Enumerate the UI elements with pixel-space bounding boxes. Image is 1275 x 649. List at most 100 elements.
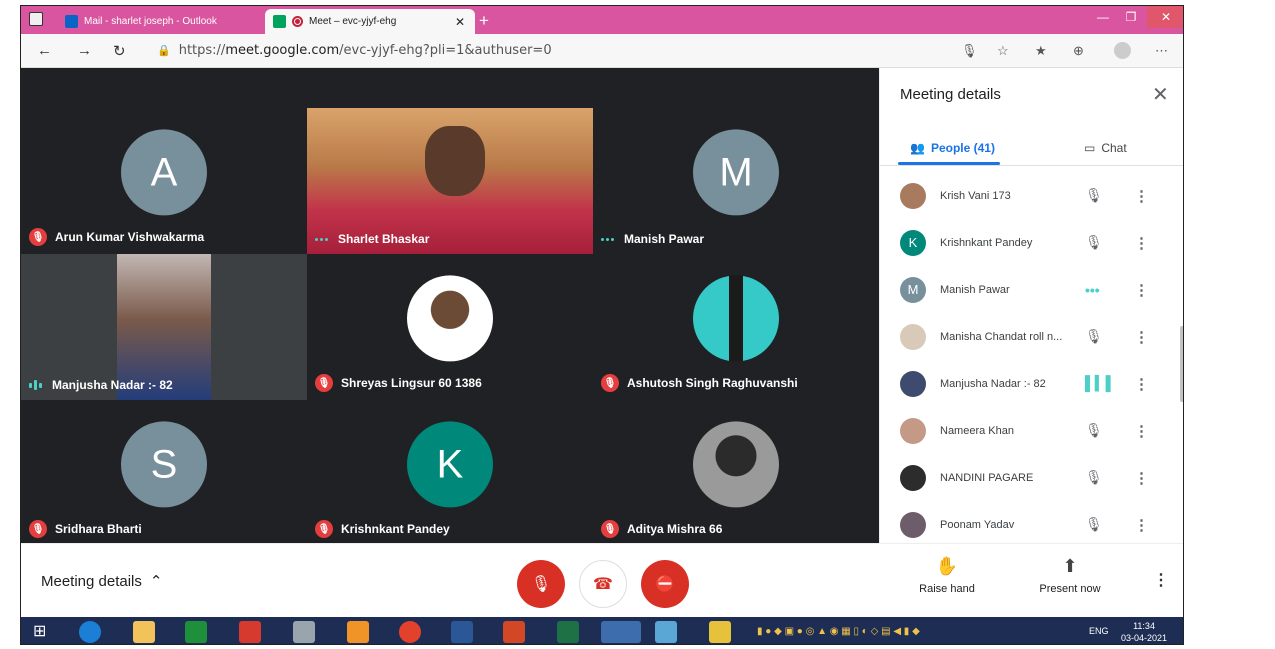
file-explorer-icon[interactable] xyxy=(133,621,155,643)
more-options-icon[interactable]: ⋮ xyxy=(1134,328,1149,346)
avatar xyxy=(900,417,926,444)
more-icon[interactable]: ⋯ xyxy=(1155,43,1168,59)
word-icon[interactable] xyxy=(451,621,473,643)
list-item[interactable]: Krish Vani 173 🎙 ⋮ xyxy=(880,172,1183,219)
meeting-details-button[interactable]: Meeting details ⌃ xyxy=(41,572,163,591)
list-item[interactable]: K Krishnkant Pandey 🎙 ⋮ xyxy=(880,219,1183,266)
list-item[interactable]: Poonam Yadav 🎙 ⋮ xyxy=(880,501,1183,540)
tab-people[interactable]: 👥 People (41) xyxy=(910,132,995,164)
clock-time: 11:34 xyxy=(1133,621,1155,631)
close-icon[interactable]: ✕ xyxy=(1152,82,1169,107)
participant-tile[interactable]: M Manish Pawar xyxy=(593,108,879,254)
tab-title: Mail - sharlet joseph - Outlook xyxy=(84,16,217,27)
reload-icon[interactable]: ↻ xyxy=(113,42,126,60)
present-icon: ⬆ xyxy=(1062,556,1078,576)
audio-dots-icon: ••• xyxy=(1085,281,1100,298)
person-name: NANDINI PAGARE xyxy=(940,471,1034,484)
meeting-details-panel: Meeting details ✕ 👥 People (41) ▭ Chat Kri… xyxy=(879,68,1183,543)
store-icon[interactable] xyxy=(185,621,207,643)
list-item[interactable]: Manjusha Nadar :- 82 ▌▍▌ ⋮ xyxy=(880,360,1183,407)
participant-tile[interactable]: S 🎙 Sridhara Bharti xyxy=(21,400,307,546)
list-item[interactable]: NANDINI PAGARE 🎙 ⋮ xyxy=(880,454,1183,501)
camera-toggle-button[interactable]: ⛔ xyxy=(641,560,689,608)
profile-icon[interactable] xyxy=(1114,42,1131,59)
mic-toggle-button[interactable]: 🎙 xyxy=(517,560,565,608)
participant-tile[interactable]: K 🎙 Krishnkant Pandey xyxy=(307,400,593,546)
tab-title: Meet – evc-yjyf-ehg xyxy=(309,16,397,27)
lock-icon: 🔒 xyxy=(157,44,171,57)
address-bar: ← → ↻ 🔒 https://meet.google.com/evc-yjyf-… xyxy=(21,34,1183,68)
tray-icons[interactable]: ▮ ● ◆ ▣ ● ◎ ▲ ◉ ▦ ▯ ◐ ◇ ▤ ◀ ▮ ◆ xyxy=(757,621,1077,643)
mic-off-icon: 🎙 xyxy=(1085,328,1103,344)
person-name: Krish Vani 173 xyxy=(940,189,1011,202)
tab-outlook[interactable]: Mail - sharlet joseph - Outlook ✕ xyxy=(57,9,285,34)
avatar: K xyxy=(407,421,493,508)
tracking-icon[interactable]: ☆ xyxy=(997,43,1009,59)
ie-icon[interactable] xyxy=(79,621,101,643)
person-name: Poonam Yadav xyxy=(940,518,1015,531)
more-options-icon[interactable]: ⋮ xyxy=(1134,375,1149,393)
person-name: Krishnkant Pandey xyxy=(940,236,1033,249)
participant-tile[interactable]: 🎙 Ashutosh Singh Raghuvanshi xyxy=(593,254,879,400)
webcam-icon[interactable] xyxy=(293,621,315,643)
participant-tile[interactable]: 🎙 Aditya Mishra 66 xyxy=(593,400,879,546)
raise-hand-button[interactable]: ✋ Raise hand xyxy=(917,556,977,595)
list-item[interactable]: Manisha Chandat roll n... 🎙 ⋮ xyxy=(880,313,1183,360)
new-tab-icon[interactable]: + xyxy=(479,11,489,31)
clock[interactable]: 11:34 03-04-2021 xyxy=(1121,620,1167,644)
vlc-icon[interactable] xyxy=(347,621,369,643)
collections-icon[interactable]: ⊕ xyxy=(1073,43,1084,59)
window-close-icon[interactable]: ✕ xyxy=(1147,6,1183,28)
hand-icon: ✋ xyxy=(935,556,959,576)
back-icon[interactable]: ← xyxy=(37,42,52,59)
excel-icon[interactable] xyxy=(557,621,579,643)
tab-chat[interactable]: ▭ Chat xyxy=(1084,132,1127,164)
more-options-icon[interactable]: ⋮ xyxy=(1134,281,1149,299)
list-item[interactable]: M Manish Pawar ••• ⋮ xyxy=(880,266,1183,313)
more-options-icon[interactable]: ⋮ xyxy=(1134,516,1149,534)
participant-name: 🎙 Krishnkant Pandey xyxy=(315,520,450,538)
participant-name: 🎙 Ashutosh Singh Raghuvanshi xyxy=(601,374,798,392)
close-icon[interactable]: ✕ xyxy=(455,15,465,29)
scrollbar[interactable] xyxy=(1180,326,1183,402)
list-item[interactable]: Nameera Khan 🎙 ⋮ xyxy=(880,407,1183,454)
tab-meet[interactable]: Meet – evc-yjyf-ehg ✕ xyxy=(265,9,475,34)
app-icon[interactable] xyxy=(655,621,677,643)
more-options-icon[interactable]: ⋮ xyxy=(1134,187,1149,205)
minimize-icon[interactable]: — xyxy=(1091,6,1115,28)
chevron-up-icon: ⌃ xyxy=(149,573,163,590)
leave-call-button[interactable]: ☎ xyxy=(579,560,627,608)
favorites-icon[interactable]: ★ xyxy=(1035,43,1047,59)
participant-tile[interactable]: Manjusha Nadar :- 82 xyxy=(21,254,307,400)
participant-tile[interactable]: A 🎙 Arun Kumar Vishwakarma xyxy=(21,108,307,254)
edge-icon[interactable] xyxy=(601,621,641,643)
chrome-icon[interactable] xyxy=(399,621,421,643)
app-icon[interactable] xyxy=(709,621,731,643)
pdf-icon[interactable] xyxy=(239,621,261,643)
participant-tile[interactable]: 🎙 Shreyas Lingsur 60 1386 xyxy=(307,254,593,400)
start-icon[interactable]: ⊞ xyxy=(33,621,55,643)
mic-off-icon: 🎙 xyxy=(315,374,333,392)
window-menu-icon[interactable] xyxy=(29,12,43,26)
recording-icon xyxy=(292,16,303,27)
more-options-icon[interactable]: ⋮ xyxy=(1134,234,1149,252)
powerpoint-icon[interactable] xyxy=(503,621,525,643)
video-feed xyxy=(425,126,485,196)
more-options-icon[interactable]: ⋮ xyxy=(1134,469,1149,487)
language-indicator[interactable]: ENG xyxy=(1089,626,1109,636)
participant-name: 🎙 Shreyas Lingsur 60 1386 xyxy=(315,374,482,392)
mic-off-icon: 🎙 xyxy=(1085,516,1103,532)
avatar xyxy=(693,421,779,508)
maximize-icon[interactable]: ❐ xyxy=(1119,6,1143,28)
participant-tile[interactable]: Sharlet Bhaskar xyxy=(307,108,593,254)
microphone-icon[interactable]: 🎙 xyxy=(961,43,978,59)
forward-icon[interactable]: → xyxy=(77,42,92,59)
url-field[interactable]: 🔒 https://meet.google.com/evc-yjyf-ehg?pl… xyxy=(157,43,552,58)
mic-off-icon: 🎙 xyxy=(1085,234,1103,250)
present-now-button[interactable]: ⬆ Present now xyxy=(1033,556,1107,595)
avatar xyxy=(900,323,926,350)
avatar xyxy=(693,275,779,362)
more-options-icon[interactable]: ⋮ xyxy=(1134,422,1149,440)
more-options-icon[interactable]: ⋮ xyxy=(1153,570,1169,590)
speaking-icon: ▌▍▌ xyxy=(1085,375,1116,391)
